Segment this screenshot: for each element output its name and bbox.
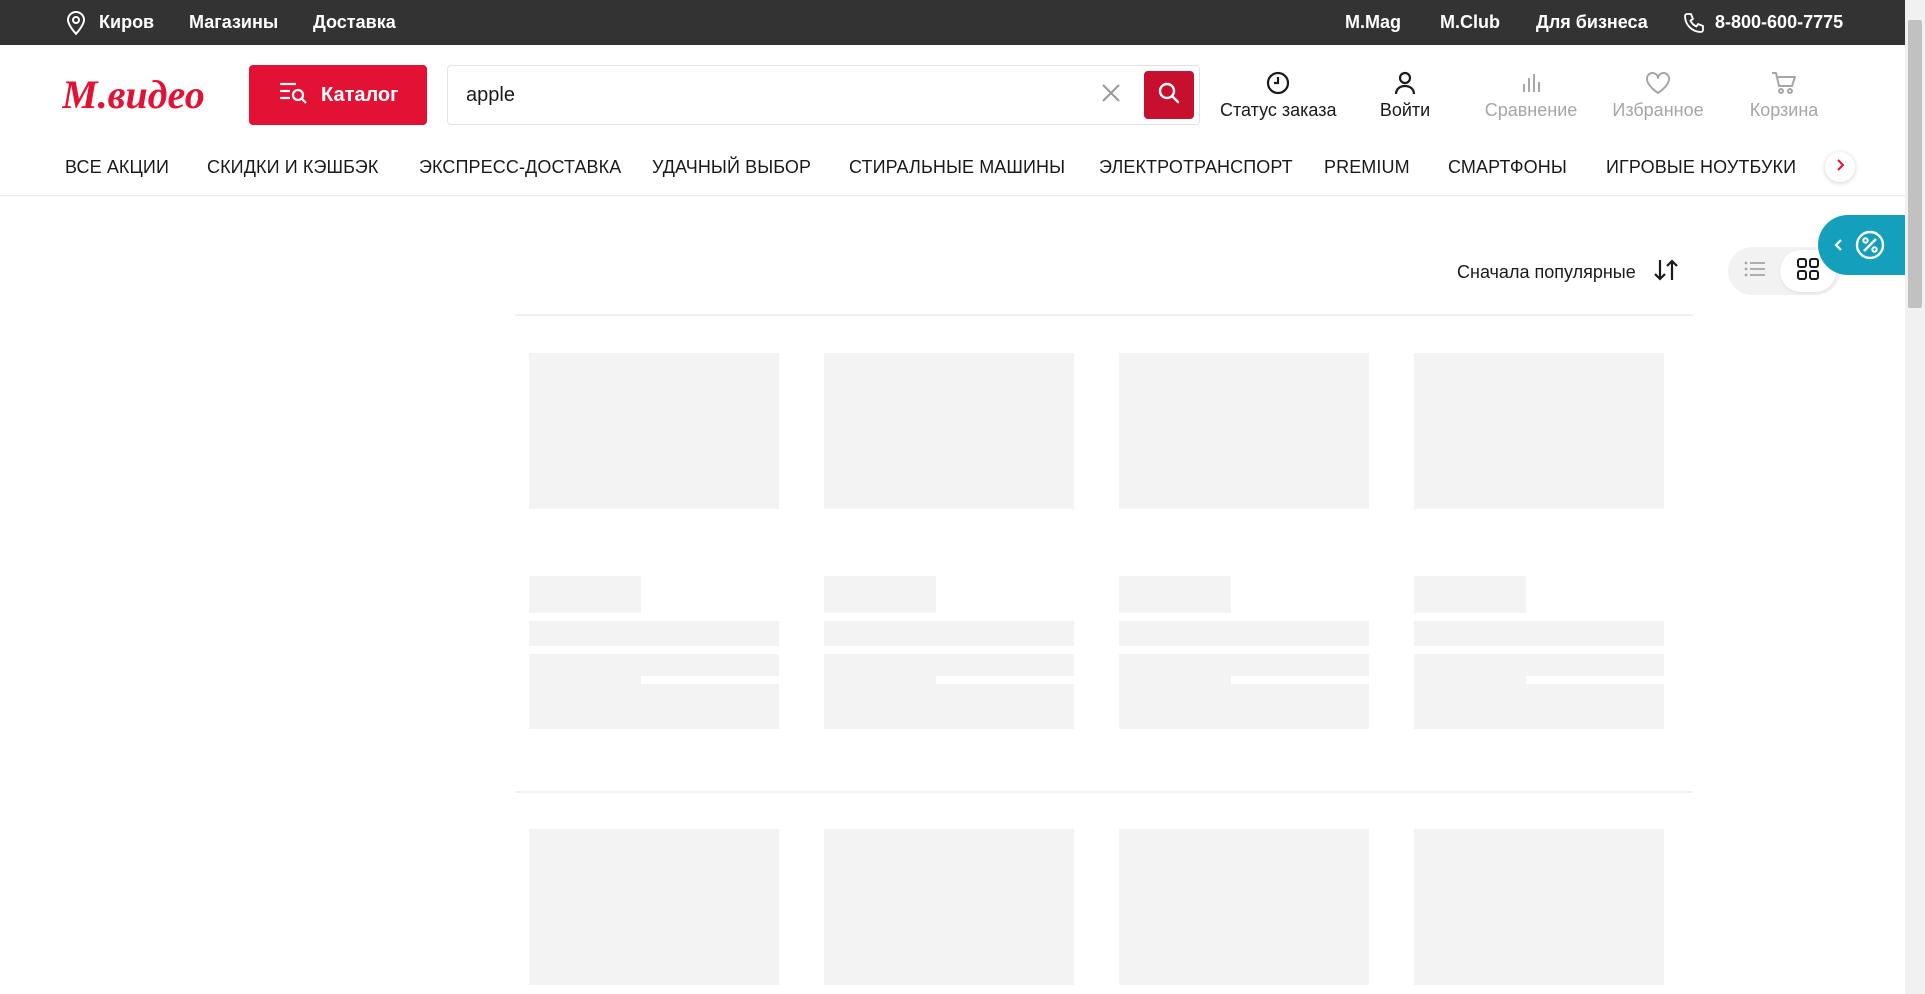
cart-label: Корзина [1749,100,1819,120]
image-placeholder [529,829,779,985]
promo-side-tab[interactable] [1818,215,1905,275]
title-placeholder [1119,621,1369,646]
text-placeholder [529,654,779,676]
user-icon [1392,70,1418,101]
image-placeholder [1119,829,1369,985]
chevron-left-icon [1826,233,1850,257]
text-placeholder [824,676,936,684]
text-placeholder [1119,676,1231,684]
category-next-button[interactable] [1825,152,1855,182]
grid-divider [515,314,1693,316]
category-washing-machines[interactable]: СТИРАЛЬНЫЕ МАШИНЫ [849,157,1065,178]
phone-link[interactable]: 8-800-600-7775 [1682,0,1843,45]
image-placeholder [529,353,779,509]
catalog-menu-icon [279,80,309,110]
grid-icon [1796,257,1820,286]
sort-icon [1652,257,1680,288]
business-link[interactable]: Для бизнеса [1536,0,1648,45]
order-status-button[interactable]: Статус заказа [1220,70,1337,126]
button-placeholder [1414,684,1664,729]
login-label: Войти [1379,100,1431,120]
title-placeholder [824,621,1074,646]
list-icon [1744,260,1766,283]
favorites-label: Избранное [1612,100,1704,120]
search-box [447,65,1200,125]
sort-label: Сначала популярные [1457,262,1636,282]
compare-label: Сравнение [1484,100,1578,120]
mvideo-logo[interactable]: М.видео [61,70,212,120]
price-placeholder [1119,576,1231,613]
image-placeholder [824,829,1074,985]
city-selector[interactable]: Киров [64,0,154,45]
percent-icon [1854,229,1886,261]
text-placeholder [1414,676,1526,684]
category-discounts[interactable]: СКИДКИ И КЭШБЭК [207,157,378,178]
search-input[interactable] [466,66,1066,124]
heart-icon [1644,70,1672,101]
search-icon [1157,81,1181,110]
catalog-label: Каталог [321,83,399,106]
mmag-link[interactable]: M.Mag [1345,0,1401,45]
image-placeholder [1414,353,1664,509]
text-placeholder [1119,654,1369,676]
price-placeholder [529,576,641,613]
close-icon [1101,83,1121,108]
scrollbar-thumb[interactable] [1908,20,1922,308]
button-placeholder [824,684,1074,729]
text-placeholder [824,654,1074,676]
category-e-transport[interactable]: ЭЛЕКТРОТРАНСПОРТ [1099,157,1293,178]
cart-icon [1770,70,1798,101]
clear-search-button[interactable] [1096,80,1126,110]
search-button[interactable] [1144,71,1194,119]
favorites-button[interactable]: Избранное [1611,70,1705,126]
category-express-delivery[interactable]: ЭКСПРЕСС-ДОСТАВКА [419,157,621,178]
price-placeholder [824,576,936,613]
top-bar: Киров Магазины Доставка M.Mag M.Club Для… [0,0,1905,45]
cart-button[interactable]: Корзина [1747,70,1821,126]
compare-icon [1518,70,1544,101]
compare-button[interactable]: Сравнение [1484,70,1578,126]
category-gaming-laptops[interactable]: ИГРОВЫЕ НОУТБУКИ [1606,157,1796,178]
login-button[interactable]: Войти [1375,70,1435,126]
delivery-link[interactable]: Доставка [313,0,396,45]
phone-number: 8-800-600-7775 [1715,12,1844,32]
image-placeholder [1119,353,1369,509]
city-name: Киров [99,12,155,32]
mclub-link[interactable]: M.Club [1440,0,1500,45]
clock-icon [1265,70,1291,101]
image-placeholder [1414,829,1664,985]
list-view-button[interactable] [1740,256,1770,286]
text-placeholder [529,676,641,684]
image-placeholder [824,353,1074,509]
chevron-right-icon [1834,158,1846,177]
button-placeholder [1119,684,1369,729]
button-placeholder [529,684,779,729]
title-placeholder [529,621,779,646]
location-pin-icon [64,11,93,36]
price-placeholder [1414,576,1526,613]
page-scrollbar[interactable] [1905,0,1925,994]
catalog-button[interactable]: Каталог [249,65,427,125]
category-good-choice[interactable]: УДАЧНЫЙ ВЫБОР [652,157,811,178]
grid-divider [515,791,1693,793]
category-nav: ВСЕ АКЦИИ СКИДКИ И КЭШБЭК ЭКСПРЕСС-ДОСТА… [0,143,1905,196]
category-all-promos[interactable]: ВСЕ АКЦИИ [65,157,169,178]
order-status-label: Статус заказа [1220,100,1337,120]
text-placeholder [1414,654,1664,676]
title-placeholder [1414,621,1664,646]
category-premium[interactable]: PREMIUM [1324,157,1410,178]
stores-link[interactable]: Магазины [189,0,278,45]
category-smartphones[interactable]: СМАРТФОНЫ [1448,157,1567,178]
svg-text:М.видео: М.видео [62,72,205,117]
phone-icon [1682,12,1711,34]
sort-selector[interactable]: Сначала популярные [1457,257,1680,288]
